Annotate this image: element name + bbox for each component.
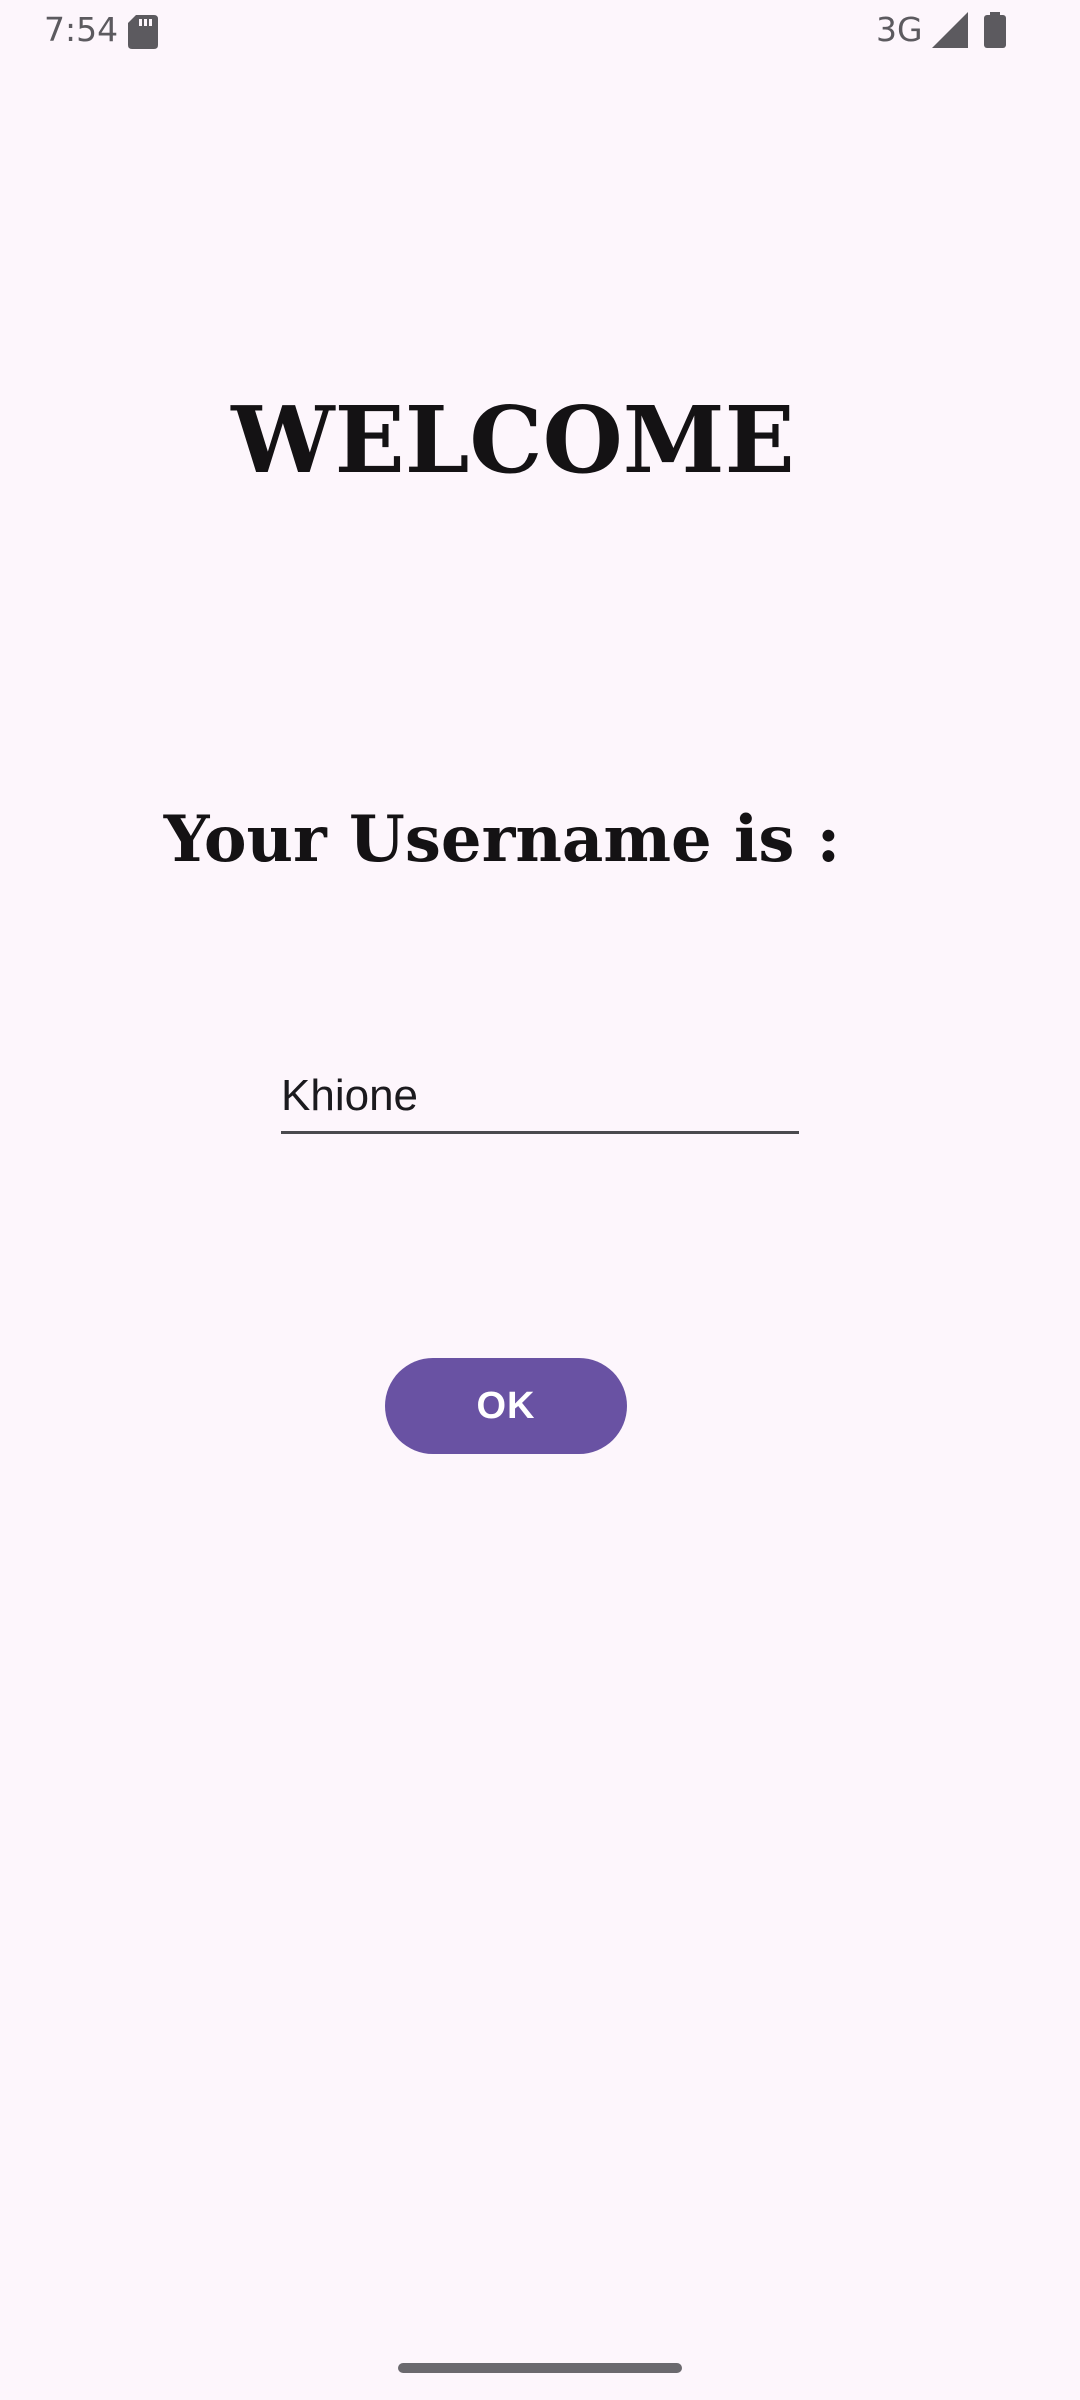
status-bar: 7:54 3G [0, 0, 1080, 64]
sd-card-icon [128, 15, 158, 49]
ok-button[interactable]: OK [385, 1358, 627, 1454]
signal-icon [932, 12, 968, 48]
status-time: 7:54 [44, 10, 119, 49]
welcome-title: WELCOME [231, 386, 795, 494]
battery-icon [984, 12, 1006, 48]
home-indicator[interactable] [398, 2363, 682, 2373]
username-field[interactable] [281, 1060, 799, 1134]
network-type-label: 3G [876, 10, 923, 49]
username-label: Your Username is : [163, 802, 841, 877]
